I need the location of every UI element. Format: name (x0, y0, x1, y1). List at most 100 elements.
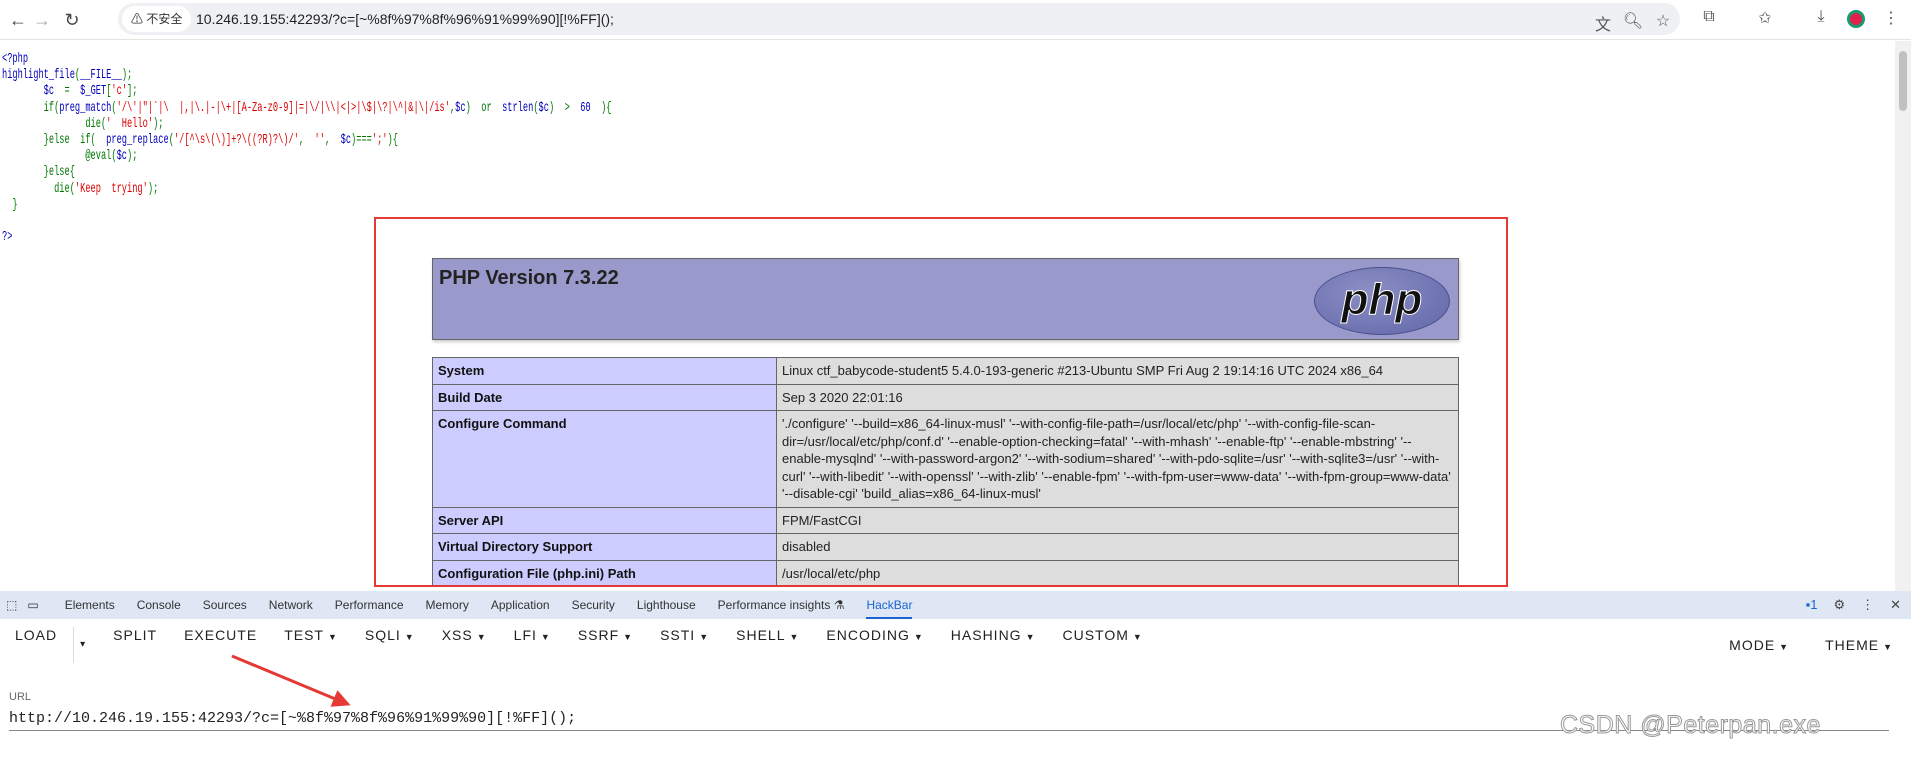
code-token: }else{ (2, 164, 75, 181)
close-devtools-icon[interactable]: ✕ (1890, 591, 1901, 619)
code-token: ); (147, 180, 159, 197)
caret-down-icon: ▼ (540, 632, 551, 642)
forward-icon[interactable]: → (28, 6, 56, 34)
caret-down-icon: ▼ (1132, 632, 1143, 642)
code-token: if( (2, 99, 60, 116)
button-label: SPLIT (113, 627, 158, 643)
hackbar-split-button[interactable]: SPLIT (113, 627, 157, 663)
caret-down-icon: ▼ (1779, 642, 1790, 652)
url-text[interactable]: 10.246.19.155:42293/?c=[~%8f%97%8f%96%91… (196, 3, 614, 35)
hackbar-encoding-button[interactable]: ENCODING ▼ (826, 627, 923, 663)
code-token: preg_match (59, 99, 112, 116)
hackbar-custom-button[interactable]: CUSTOM ▼ (1063, 627, 1143, 663)
devtools-tab-elements[interactable]: Elements (65, 591, 115, 619)
code-token: @eval( (2, 148, 117, 165)
code-token: preg_replace (106, 131, 169, 148)
code-token: } (2, 196, 18, 213)
devtools-tab-lighthouse[interactable]: Lighthouse (637, 591, 696, 619)
hackbar-theme-button[interactable]: THEME ▼ (1825, 627, 1893, 665)
button-label: ▾ (80, 639, 87, 650)
caret-down-icon: ▼ (404, 632, 415, 642)
hackbar-hashing-button[interactable]: HASHING ▼ (951, 627, 1036, 663)
devtools-tab-performance[interactable]: Performance insights ⚗ (718, 591, 845, 619)
devtools-tab-security[interactable]: Security (572, 591, 615, 619)
hackbar-execute-button[interactable]: EXECUTE (184, 627, 257, 663)
scrollbar-thumb[interactable] (1899, 51, 1907, 111)
download-icon[interactable]: ⤓ (1810, 8, 1832, 26)
code-token: , (298, 131, 315, 148)
devtools-tab-hackbar[interactable]: HackBar (866, 591, 913, 619)
settings-gear-icon[interactable]: ⚙ (1833, 591, 1845, 619)
code-token: highlight_file (2, 67, 75, 84)
code-token: die( (2, 115, 107, 132)
code-token: <?php (2, 51, 29, 67)
hackbar-xss-button[interactable]: XSS ▼ (442, 627, 487, 663)
code-line: }else{ (2, 164, 611, 180)
watermark: CSDN @Peterpan.exe (1560, 711, 1821, 740)
code-token: ); (127, 148, 138, 165)
devtools-tab-network[interactable]: Network (269, 591, 313, 619)
hackbar-lfi-button[interactable]: LFI ▼ (514, 627, 551, 663)
button-label: LOAD (15, 627, 58, 643)
code-token: $c (43, 83, 55, 100)
code-token: ';' (371, 131, 388, 148)
inspect-icon[interactable]: ⬚ (6, 598, 17, 612)
hackbar-ssrf-button[interactable]: SSRF ▼ (578, 627, 633, 663)
code-token: ]; (127, 83, 138, 100)
button-label: THEME (1825, 637, 1880, 653)
devtools-tab-application[interactable]: Application (491, 591, 550, 619)
extensions-icon[interactable]: ⧉ (1698, 8, 1720, 26)
profile-avatar[interactable] (1847, 10, 1865, 28)
code-token: ' Hello' (106, 115, 154, 132)
code-token: '/[^\s\(\)]+?\((?R)?\)/' (173, 131, 299, 148)
hackbar-load-button[interactable]: LOAD (15, 627, 57, 663)
hackbar-test-button[interactable]: TEST ▼ (284, 627, 338, 663)
code-token: $c (116, 148, 128, 165)
button-label: EXECUTE (184, 627, 258, 643)
button-label: SSRF (577, 627, 620, 643)
devtools-tab-console[interactable]: Console (137, 591, 181, 619)
hackbar-mode-button[interactable]: MODE ▼ (1729, 627, 1789, 665)
button-label: SHELL (736, 627, 786, 643)
issues-count: 1 (1810, 597, 1818, 612)
hackbar-shell-button[interactable]: SHELL ▼ (736, 627, 799, 663)
code-token: __FILE__ (80, 67, 122, 84)
devtools-tab-memory[interactable]: Memory (426, 591, 469, 619)
reload-icon[interactable]: ↻ (58, 6, 86, 34)
code-line: $c = $_GET['c']; (2, 83, 611, 99)
code-token: $_GET (80, 83, 107, 100)
security-chip[interactable]: ⚠ 不安全 (122, 6, 192, 32)
code-token: ){ (387, 131, 398, 148)
zoom-icon[interactable]: 🔍︎ (1622, 11, 1644, 31)
device-toolbar-icon[interactable]: ▭ (27, 598, 38, 612)
highlight-box (374, 217, 1508, 587)
caret-down-icon: ▼ (1883, 642, 1893, 652)
page-scrollbar[interactable] (1895, 41, 1911, 591)
address-bar[interactable]: ⚠ 不安全 10.246.19.155:42293/?c=[~%8f%97%8f… (118, 3, 1680, 35)
favorites-icon[interactable]: ✩ (1754, 8, 1776, 28)
star-icon[interactable]: ☆ (1652, 11, 1674, 31)
code-token: $c (538, 99, 549, 116)
code-token: die( (2, 180, 75, 197)
code-line: die('Keep trying'); (2, 181, 611, 197)
hackbar-sqli-button[interactable]: SQLI ▼ (365, 627, 415, 663)
hackbar-ssti-button[interactable]: SSTI ▼ (660, 627, 709, 663)
hackbar-load-dropdown-button[interactable]: ▾ (73, 627, 86, 663)
code-token: ){ (590, 99, 612, 116)
menu-icon[interactable]: ⋮ (1880, 8, 1902, 28)
button-label: TEST (284, 627, 324, 643)
hackbar-toolbar: LOAD ▾ SPLIT EXECUTE TEST ▼ SQLI ▼ XSS ▼ LFI ▼ SSRF ▼… (0, 627, 1911, 663)
issues-badge[interactable]: ▪1 (1806, 591, 1818, 619)
caret-down-icon: ▼ (699, 632, 710, 642)
code-line: highlight_file(__FILE__); (2, 67, 611, 83)
caret-down-icon: ▼ (327, 632, 338, 642)
code-token: $c (455, 99, 466, 116)
more-options-icon[interactable]: ⋮ (1861, 591, 1874, 619)
translate-icon[interactable]: 文 (1592, 11, 1614, 35)
button-label: CUSTOM (1062, 627, 1129, 643)
devtools-tab-sources[interactable]: Sources (203, 591, 247, 619)
page-content: <?php highlight_file(__FILE__); $c = $_GE… (0, 41, 1895, 591)
devtools-tab-performance[interactable]: Performance (335, 591, 404, 619)
code-line: if(preg_match('/\'|"|`|\ |,|\.|-|\+|[A-Z… (2, 99, 612, 116)
button-label: LFI (513, 627, 537, 643)
